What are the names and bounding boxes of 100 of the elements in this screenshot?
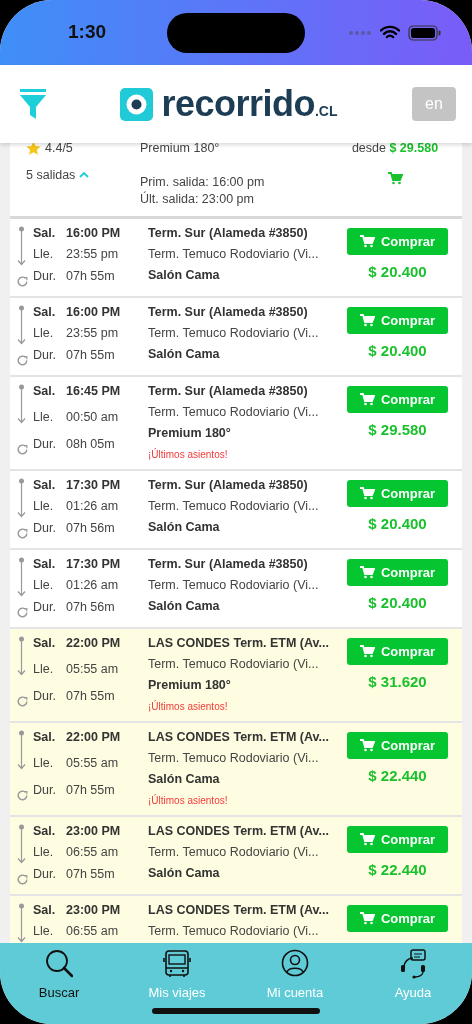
- timeline-icon: [17, 225, 26, 266]
- buy-button[interactable]: Comprar: [347, 904, 448, 932]
- last-departure-text: Últ. salida: 23:00 pm: [140, 190, 255, 208]
- account-icon: [281, 949, 309, 979]
- departure-time: 16:00 PM: [66, 303, 122, 321]
- timeline-icon: [17, 902, 26, 943]
- arrival-label: Lle.: [33, 325, 55, 343]
- buy-button[interactable]: Comprar: [347, 731, 448, 759]
- seat-class-text: Premium 180°: [140, 143, 221, 157]
- duration-label: Dur.: [33, 865, 57, 883]
- duration-label: Dur.: [33, 435, 57, 453]
- nav-tab[interactable]: Mi cuenta: [240, 949, 350, 1024]
- arrival-label: Lle.: [33, 755, 55, 773]
- nav-tab[interactable]: Ayuda: [358, 949, 468, 1024]
- duration-label: Dur.: [33, 267, 57, 285]
- duration-time: 07h 55m: [66, 781, 116, 799]
- duration-label: Dur.: [33, 346, 57, 364]
- departure-time: 22:00 PM: [66, 728, 122, 746]
- search-icon: [45, 949, 73, 979]
- price-text: $ 20.400: [368, 340, 427, 361]
- seat-class-text: Premium 180°: [148, 424, 232, 442]
- cart-icon: [359, 911, 375, 925]
- first-departure-text: Prim. salida: 16:00 pm: [140, 173, 266, 191]
- price-text: desde $ 29.580: [351, 143, 439, 157]
- buy-button[interactable]: Comprar: [347, 637, 448, 665]
- availability-warning: ¡Últimos asientos!: [148, 699, 229, 714]
- signal-icon: [348, 29, 372, 36]
- seat-class-text: Salón Cama: [148, 864, 221, 882]
- logo-icon: [120, 87, 154, 121]
- departure-label: Sal.: [33, 382, 57, 400]
- origin-text: LAS CONDES Term. ETM (Av...: [148, 901, 331, 919]
- seat-class-text: Salón Cama: [148, 597, 221, 615]
- duration-time: 07h 56m: [66, 519, 116, 537]
- seat-class-text: Salón Cama: [148, 266, 221, 284]
- destination-text: Term. Temuco Rodoviario (Vi...: [148, 245, 320, 263]
- buy-button[interactable]: Comprar: [347, 558, 448, 586]
- duration-time: 07h 55m: [66, 865, 116, 883]
- departure-time: 16:45 PM: [66, 382, 122, 400]
- destination-text: Term. Temuco Rodoviario (Vi...: [148, 749, 320, 767]
- duration-time: 07h 55m: [66, 267, 116, 285]
- departure-label: Sal.: [33, 728, 57, 746]
- price-text: $ 22.440: [368, 859, 427, 880]
- arrival-time: 05:55 am: [66, 661, 120, 679]
- arrival-label: Lle.: [33, 498, 55, 516]
- price-text: $ 31.620: [368, 671, 427, 692]
- departure-time: 17:30 PM: [66, 555, 122, 573]
- timeline-icon: [17, 477, 26, 518]
- departures-toggle[interactable]: 5 salidas: [26, 165, 90, 185]
- departure-time: 23:00 PM: [66, 901, 122, 919]
- origin-text: LAS CONDES Term. ETM (Av...: [148, 728, 331, 746]
- buy-button[interactable]: Comprar: [347, 306, 448, 334]
- price-text: $ 29.580: [368, 419, 427, 440]
- arrival-time: 23:55 pm: [66, 246, 120, 264]
- origin-text: LAS CONDES Term. ETM (Av...: [148, 634, 331, 652]
- departure-label: Sal.: [33, 224, 57, 242]
- buy-button[interactable]: Comprar: [347, 825, 448, 853]
- buy-button[interactable]: Comprar: [347, 227, 448, 255]
- seat-class-text: Salón Cama: [148, 518, 221, 536]
- arrival-label: Lle.: [33, 577, 55, 595]
- arrival-label: Lle.: [33, 844, 55, 862]
- destination-text: Term. Temuco Rodoviario (Vi...: [148, 497, 320, 515]
- duration-label: Dur.: [33, 687, 57, 705]
- duration-time: 07h 56m: [66, 598, 116, 616]
- departure-time: 17:30 PM: [66, 476, 122, 494]
- departure-time: 16:00 PM: [66, 224, 122, 242]
- destination-text: Term. Temuco Rodoviario (Vi...: [148, 922, 320, 940]
- headset-icon: [399, 949, 427, 979]
- cart-icon: [359, 486, 375, 500]
- destination-text: Term. Temuco Rodoviario (Vi...: [148, 843, 320, 861]
- nav-tab[interactable]: Buscar: [4, 949, 114, 1024]
- departure-label: Sal.: [33, 822, 57, 840]
- filter-icon: [20, 89, 46, 119]
- cart-icon: [387, 171, 403, 185]
- destination-text: Term. Temuco Rodoviario (Vi...: [148, 403, 320, 421]
- rating-text: 4.4/5: [45, 143, 73, 157]
- duration-label: Dur.: [33, 781, 57, 799]
- departure-time: 22:00 PM: [66, 634, 122, 652]
- arrival-label: Lle.: [33, 246, 55, 264]
- destination-text: Term. Temuco Rodoviario (Vi...: [148, 655, 320, 673]
- arrival-label: Lle.: [33, 923, 55, 941]
- arrival-time: 01:26 am: [66, 498, 120, 516]
- logo-text: .CL: [315, 102, 338, 121]
- price-text: $ 20.400: [368, 592, 427, 613]
- seat-class-text: Salón Cama: [148, 345, 221, 363]
- departure-time: 23:00 PM: [66, 822, 122, 840]
- cart-icon: [359, 832, 375, 846]
- nav-tab[interactable]: Mis viajes: [122, 949, 232, 1024]
- timeline-icon: [17, 304, 26, 345]
- buy-button[interactable]: Comprar: [347, 479, 448, 507]
- seat-class-text: Premium 180°: [148, 676, 232, 694]
- clock-time: 1:30: [68, 20, 107, 45]
- departure-label: Sal.: [33, 901, 57, 919]
- buy-button[interactable]: Comprar: [347, 385, 448, 413]
- departure-label: Sal.: [33, 634, 57, 652]
- seat-class-text: Salón Cama: [148, 770, 221, 788]
- cart-icon: [359, 565, 375, 579]
- price-text: $ 20.400: [368, 513, 427, 534]
- price-text: $ 22.440: [368, 765, 427, 786]
- availability-warning: ¡Últimos asientos!: [148, 447, 229, 462]
- destination-text: Term. Temuco Rodoviario (Vi...: [148, 576, 320, 594]
